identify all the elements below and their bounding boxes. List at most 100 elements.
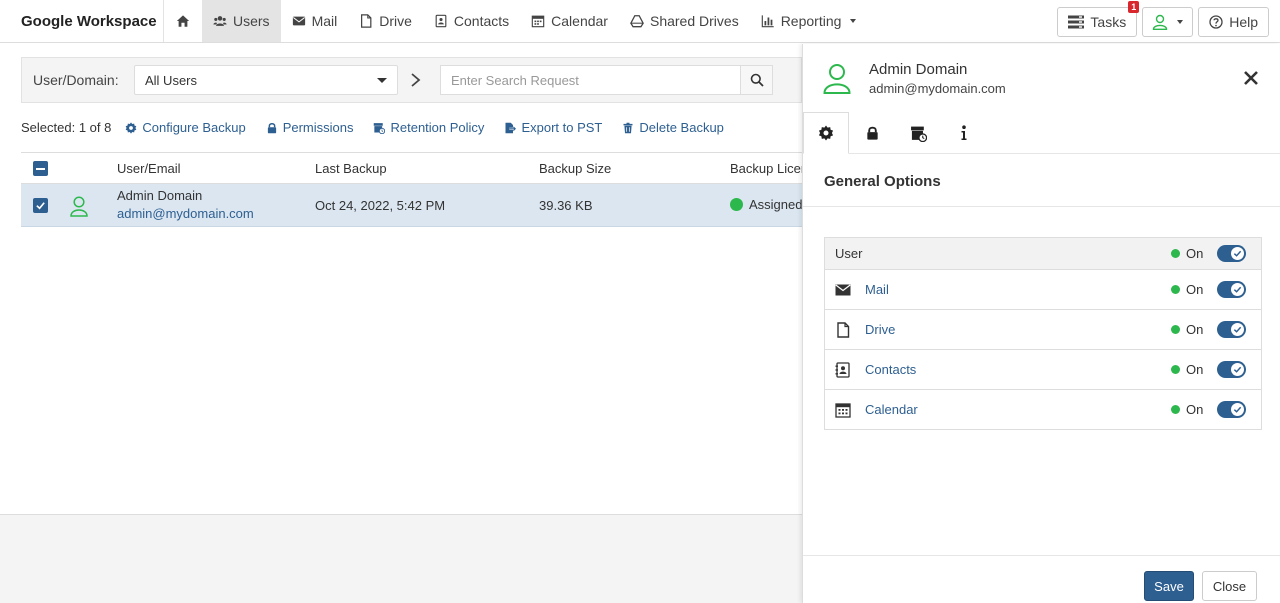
info-icon	[961, 125, 967, 140]
option-label-contacts[interactable]: Contacts	[865, 362, 916, 377]
row-last-backup: Oct 24, 2022, 5:42 PM	[315, 198, 446, 213]
tab-retention[interactable]	[895, 112, 941, 154]
gear-icon	[818, 125, 834, 141]
export-pst-button[interactable]: Export to PST	[504, 120, 602, 135]
close-icon[interactable]	[1243, 70, 1259, 86]
selected-count: Selected: 1 of 8	[21, 120, 112, 135]
option-status-label: On	[1186, 402, 1204, 417]
option-label-calendar[interactable]: Calendar	[865, 402, 918, 417]
toggle-drive[interactable]	[1217, 321, 1246, 338]
brand-title[interactable]: Google Workspace	[0, 0, 164, 42]
tab-info[interactable]	[941, 112, 987, 154]
row-license: Assigned	[730, 197, 802, 212]
option-row-drive: Drive On	[825, 309, 1261, 349]
search-input[interactable]	[440, 65, 740, 95]
save-button[interactable]: Save	[1144, 571, 1194, 601]
calendar-icon	[835, 402, 851, 418]
checkmark-icon	[36, 202, 45, 210]
status-dot	[1171, 285, 1180, 294]
nav-drive[interactable]: Drive	[348, 0, 423, 42]
tab-general[interactable]	[803, 112, 849, 154]
close-button[interactable]: Close	[1202, 571, 1257, 601]
option-label-drive[interactable]: Drive	[865, 322, 895, 337]
configure-backup-label: Configure Backup	[142, 120, 246, 135]
column-backup-license[interactable]: Backup Licen	[730, 161, 808, 176]
caret-down-icon	[377, 78, 387, 83]
row-user-email[interactable]: admin@mydomain.com	[117, 206, 254, 221]
option-label-mail[interactable]: Mail	[865, 282, 889, 297]
nav-reporting[interactable]: Reporting	[750, 0, 868, 42]
user-avatar-icon	[823, 64, 851, 94]
address-book-icon	[835, 361, 850, 378]
users-icon	[213, 16, 227, 26]
general-options-title: General Options	[824, 173, 941, 190]
toggle-mail[interactable]	[1217, 281, 1246, 298]
nav-reporting-label: Reporting	[780, 13, 842, 29]
address-book-icon	[435, 14, 447, 28]
nav-mail[interactable]: Mail	[281, 0, 349, 42]
retention-policy-button[interactable]: Retention Policy	[373, 120, 484, 135]
option-status: On	[1171, 246, 1203, 261]
retention-policy-label: Retention Policy	[390, 120, 485, 135]
tasks-icon	[1068, 15, 1085, 28]
user-details-panel: Admin Domain admin@mydomain.com General …	[802, 44, 1280, 603]
search-icon	[750, 73, 764, 87]
toggle-user[interactable]	[1217, 245, 1246, 262]
row-backup-size: 39.36 KB	[539, 198, 593, 213]
toggle-contacts[interactable]	[1217, 361, 1246, 378]
delete-backup-label: Delete Backup	[639, 120, 724, 135]
top-nav-bar: Google Workspace Users Mail Drive Contac…	[0, 0, 1280, 43]
nav-drive-label: Drive	[379, 13, 412, 29]
column-last-backup[interactable]: Last Backup	[315, 161, 387, 176]
file-icon	[361, 14, 372, 28]
nav-calendar[interactable]: Calendar	[520, 0, 619, 42]
lock-icon	[267, 122, 276, 133]
panel-user-name: Admin Domain	[869, 61, 968, 78]
table-row[interactable]: Admin Domain admin@mydomain.com Oct 24, …	[21, 184, 802, 227]
option-status-label: On	[1186, 322, 1204, 337]
tabs-divider	[849, 153, 1280, 154]
option-row-calendar: Calendar On	[825, 389, 1261, 429]
column-user-email[interactable]: User/Email	[117, 161, 181, 176]
status-dot	[1171, 405, 1180, 414]
toggle-calendar[interactable]	[1217, 401, 1246, 418]
toggle-knob	[1231, 403, 1244, 416]
main-content: User/Domain: All Users Selected: 1 of 8 …	[0, 44, 808, 514]
row-license-label: Assigned	[749, 197, 803, 212]
row-checkbox[interactable]	[33, 198, 48, 213]
user-domain-select[interactable]: All Users	[134, 65, 398, 95]
envelope-icon	[835, 284, 851, 295]
tasks-button[interactable]: Tasks 1	[1057, 0, 1140, 37]
delete-backup-button[interactable]: Delete Backup	[622, 120, 724, 135]
checkmark-icon	[1233, 286, 1242, 293]
configure-backup-button[interactable]: Configure Backup	[125, 120, 246, 135]
panel-footer: Save Close	[803, 555, 1280, 603]
bottom-bar	[0, 514, 802, 603]
nav-contacts[interactable]: Contacts	[423, 0, 520, 42]
search-button[interactable]	[740, 65, 773, 95]
nav-users-label: Users	[233, 13, 270, 29]
select-all-checkbox[interactable]	[33, 161, 48, 176]
permissions-button[interactable]: Permissions	[266, 120, 353, 135]
help-button[interactable]: Help	[1198, 6, 1269, 37]
nav-home[interactable]	[164, 0, 202, 42]
toggle-knob	[1231, 323, 1244, 336]
nav-users[interactable]: Users	[202, 0, 281, 42]
tab-permissions[interactable]	[849, 112, 895, 154]
option-row-user: User On	[825, 238, 1261, 269]
option-status-label: On	[1186, 246, 1204, 261]
option-label-user: User	[835, 246, 863, 261]
chevron-right-icon[interactable]	[409, 68, 423, 92]
checkmark-icon	[1233, 326, 1242, 333]
retention-icon	[910, 126, 927, 142]
status-dot	[1171, 365, 1180, 374]
option-status-label: On	[1186, 282, 1204, 297]
gear-icon	[126, 121, 137, 134]
panel-user-email: admin@mydomain.com	[869, 81, 1006, 96]
nav-shared-drives-label: Shared Drives	[649, 13, 739, 29]
user-menu-button[interactable]	[1142, 6, 1194, 37]
home-icon	[176, 15, 190, 27]
nav-shared-drives[interactable]: Shared Drives	[619, 0, 750, 42]
column-backup-size[interactable]: Backup Size	[539, 161, 611, 176]
indeterminate-icon	[36, 167, 45, 170]
